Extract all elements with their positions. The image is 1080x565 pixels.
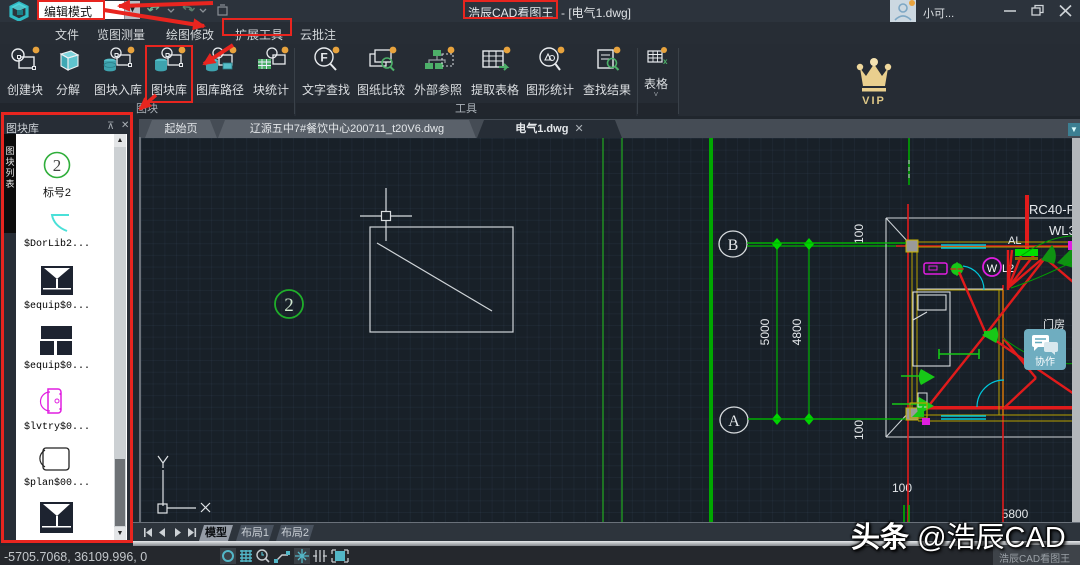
svg-text:A: A <box>728 413 740 430</box>
svg-text:2: 2 <box>284 295 294 316</box>
svg-text:RC40-F: RC40-F <box>1029 202 1075 217</box>
svg-text:AL: AL <box>1008 235 1021 247</box>
svg-text:100: 100 <box>852 224 866 244</box>
svg-text:F: F <box>320 51 327 65</box>
svg-text:W: W <box>987 263 998 275</box>
svg-text:2: 2 <box>53 156 62 175</box>
svg-text:100: 100 <box>852 420 866 440</box>
svg-text:5000: 5000 <box>758 318 772 345</box>
svg-text:4800: 4800 <box>790 318 804 345</box>
svg-text:VIP: VIP <box>862 95 886 106</box>
svg-text:门房: 门房 <box>1043 317 1065 331</box>
svg-text:协作: 协作 <box>1035 355 1055 368</box>
svg-text:x: x <box>663 57 668 66</box>
svg-text:100: 100 <box>892 481 912 495</box>
svg-text:B: B <box>728 237 739 254</box>
